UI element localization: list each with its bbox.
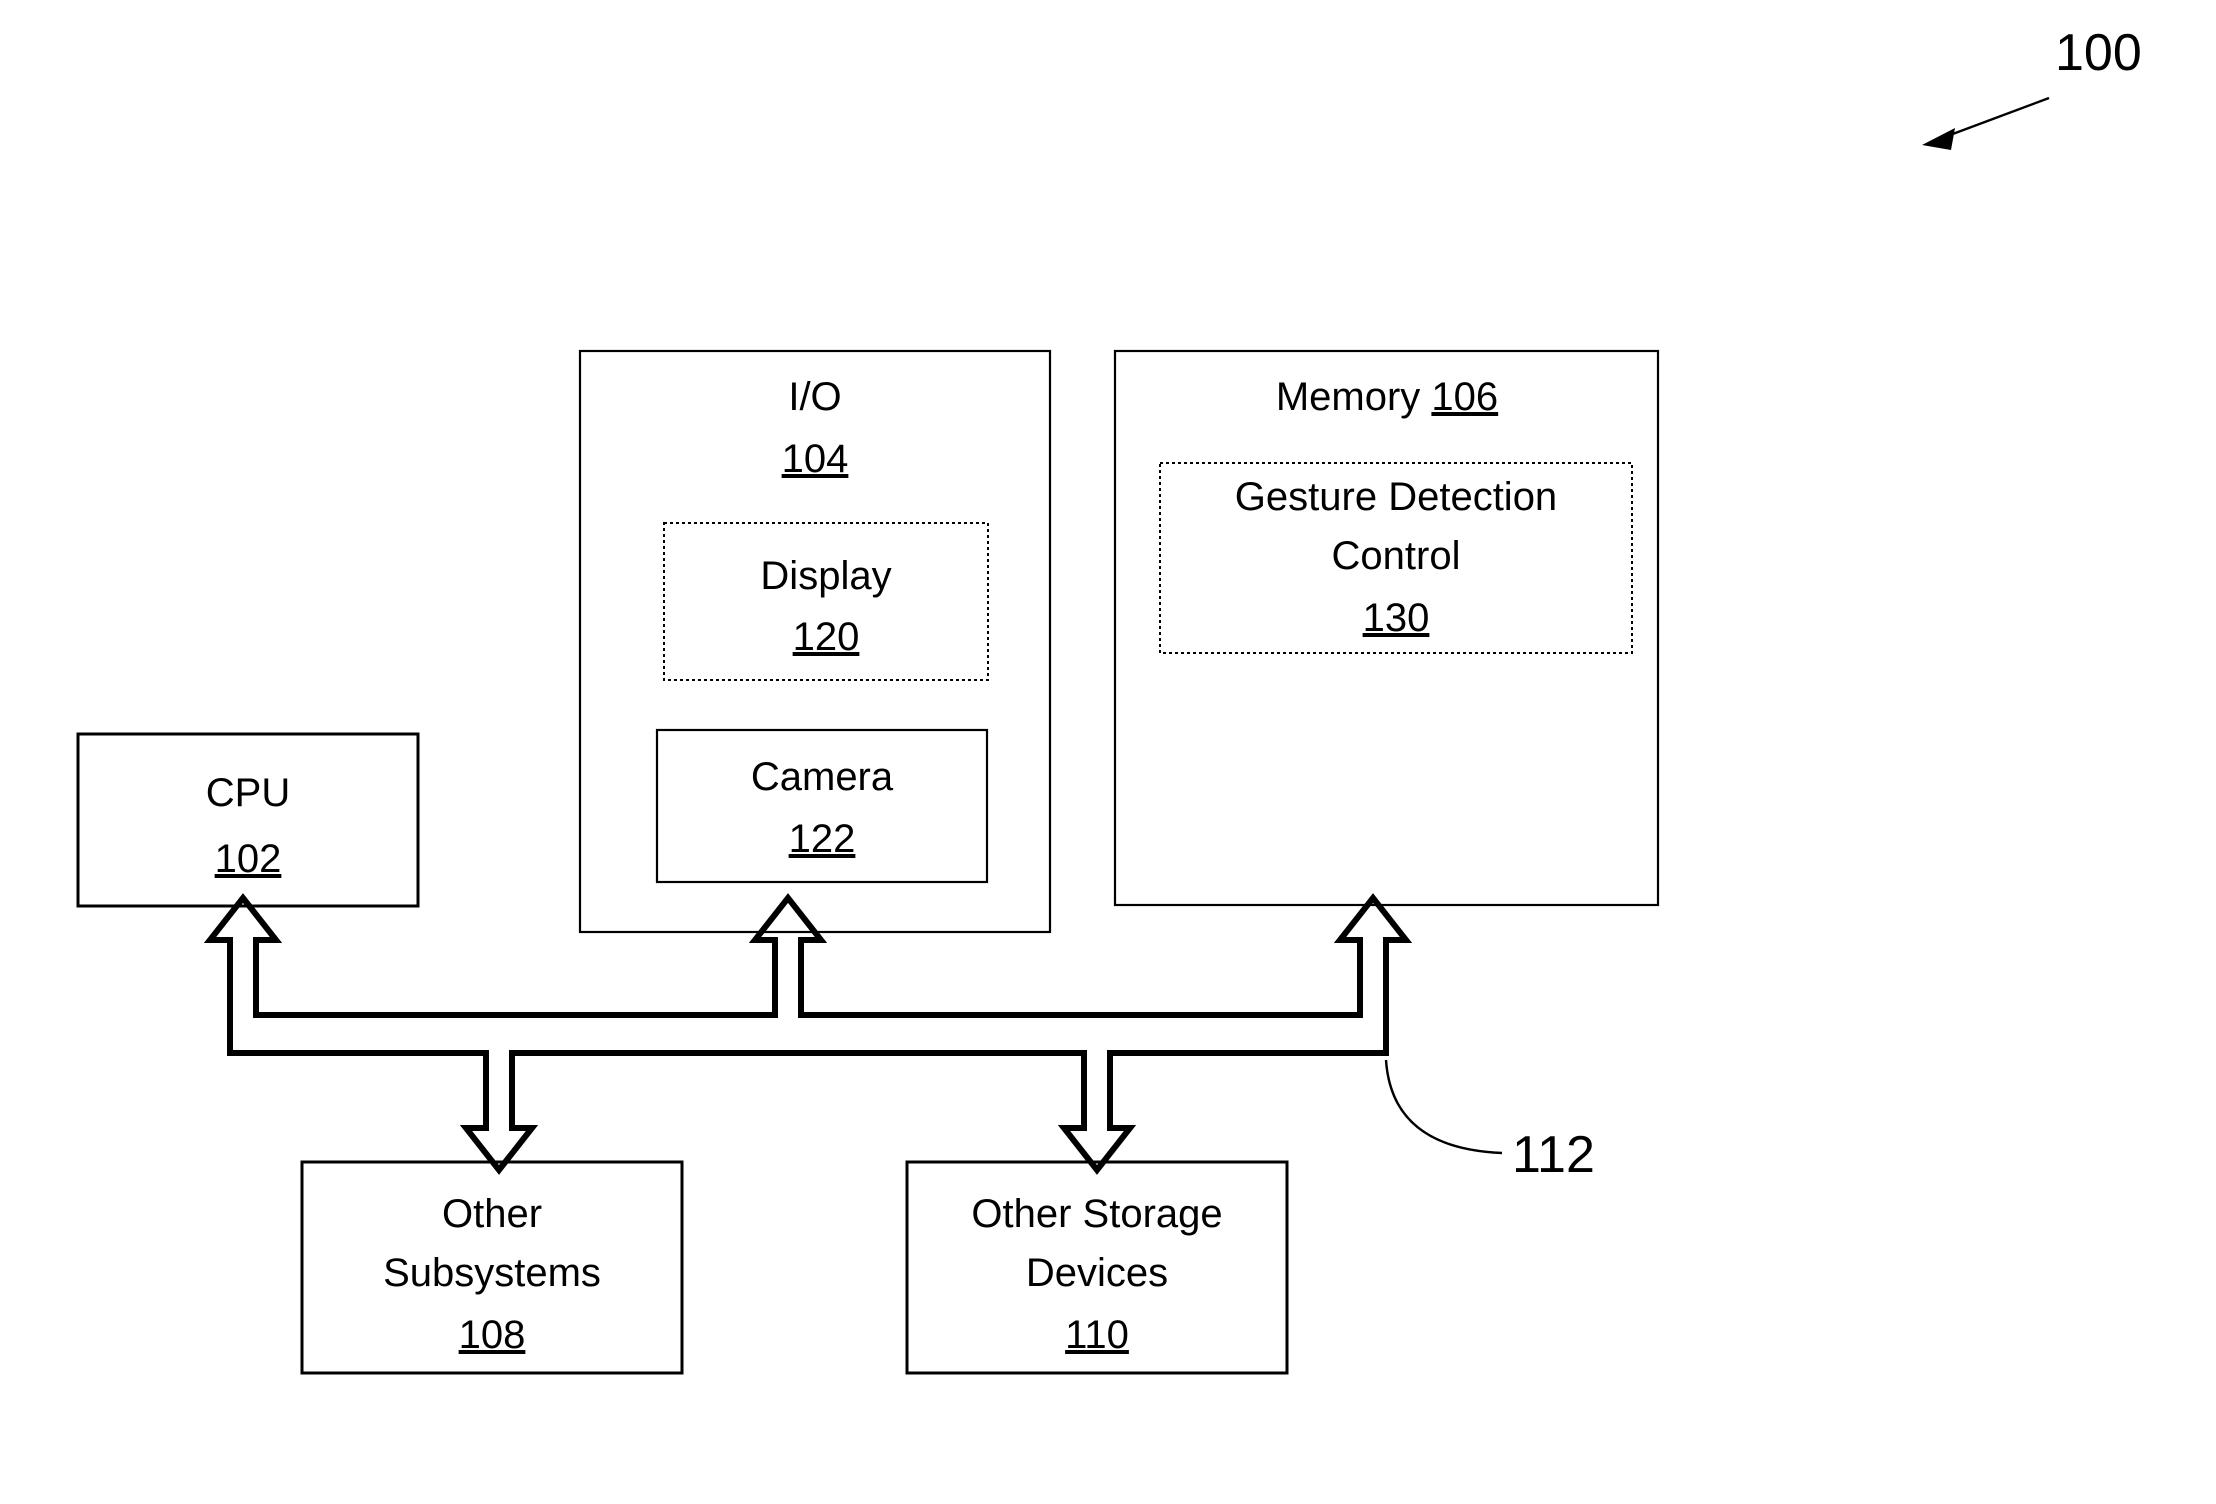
other-storage-devices-reference: 110	[1065, 1313, 1129, 1357]
memory-reference: 106	[1431, 375, 1498, 419]
io-label: I/O	[788, 375, 841, 419]
gesture-detection-control-block[interactable]: Gesture Detection Control 130	[1159, 462, 1633, 654]
figure-canvas: 100 112 CPU 102 I/O 104 Display 120 Came…	[0, 0, 2216, 1504]
figure-number-label: 100	[2055, 24, 2142, 82]
figure-number-leader-arrowhead	[1922, 128, 1955, 150]
display-label: Display	[760, 554, 891, 598]
system-block-diagram: 100 112 CPU 102 I/O 104 Display 120 Came…	[76, 24, 2142, 1375]
other-storage-devices-label-line1: Other Storage	[971, 1192, 1222, 1236]
gesture-detection-control-label-line1: Gesture Detection	[1235, 475, 1557, 519]
camera-reference: 122	[789, 817, 856, 861]
other-subsystems-label-line1: Other	[442, 1192, 542, 1236]
display-block[interactable]: Display 120	[663, 522, 989, 681]
other-subsystems-label-line2: Subsystems	[383, 1251, 601, 1295]
other-storage-devices-label-line2: Devices	[1026, 1251, 1168, 1295]
camera-label: Camera	[751, 755, 894, 799]
gesture-detection-control-reference: 130	[1363, 596, 1430, 640]
io-reference: 104	[782, 437, 849, 481]
gesture-detection-control-label-line2: Control	[1332, 534, 1461, 578]
system-bus: 112	[203, 893, 1595, 1184]
memory-label: Memory 106	[1276, 375, 1498, 419]
other-subsystems-reference: 108	[459, 1313, 526, 1357]
other-subsystems-block[interactable]: Other Subsystems 108	[300, 1160, 684, 1375]
cpu-label: CPU	[206, 771, 290, 815]
camera-block[interactable]: Camera 122	[655, 728, 989, 884]
memory-block[interactable]: Memory 106 Gesture Detection Control 130	[1113, 349, 1660, 907]
figure-number-leader-line	[1941, 96, 2050, 140]
bus-outline-shape	[203, 893, 1413, 1175]
other-storage-devices-block[interactable]: Other Storage Devices 110	[905, 1160, 1289, 1375]
memory-label-text: Memory	[1276, 375, 1420, 419]
bus-reference-label: 112	[1512, 1126, 1595, 1184]
io-block[interactable]: I/O 104 Display 120 Camera 122	[578, 349, 1052, 934]
display-reference: 120	[793, 615, 860, 659]
cpu-block[interactable]: CPU 102	[76, 732, 420, 908]
cpu-reference: 102	[215, 837, 282, 881]
bus-reference-leader-line	[1384, 1059, 1503, 1155]
figure-number-callout: 100	[1922, 24, 2142, 150]
